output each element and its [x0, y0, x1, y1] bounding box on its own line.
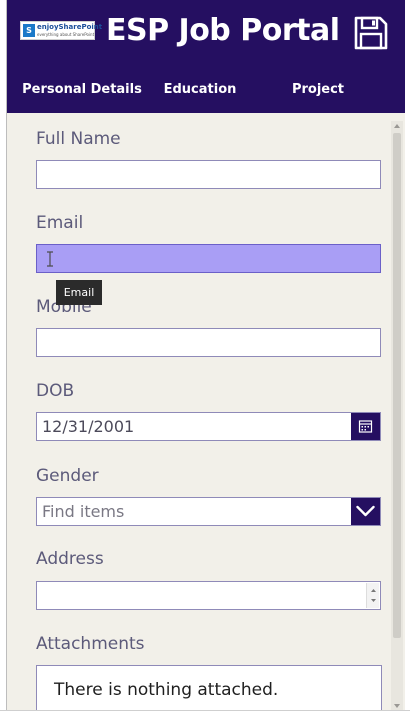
dob-label: DOB: [36, 381, 75, 401]
dob-value: 12/31/2001: [42, 417, 135, 436]
address-textarea[interactable]: [36, 581, 381, 610]
mobile-input[interactable]: [36, 328, 381, 357]
address-label: Address: [36, 549, 104, 569]
chevron-down-icon: [356, 505, 375, 517]
gender-placeholder: Find items: [42, 502, 125, 521]
full-name-label: Full Name: [36, 129, 121, 149]
tab-personal-details[interactable]: Personal Details: [21, 66, 143, 113]
full-name-input[interactable]: [36, 160, 381, 189]
calendar-icon: [358, 420, 373, 433]
dob-date-picker[interactable]: 12/31/2001: [36, 412, 381, 441]
tab-bar: Personal Details Education Project: [7, 66, 405, 113]
email-tooltip: Email: [56, 280, 102, 305]
logo: S enjoySharePoint everything about Share…: [20, 21, 102, 40]
spin-arrows-icon: [371, 589, 376, 602]
attachments-label: Attachments: [36, 634, 145, 654]
attachments-control[interactable]: There is nothing attached.: [36, 665, 382, 716]
calendar-button[interactable]: [351, 413, 380, 440]
text-cursor-icon: [47, 251, 53, 267]
logo-brand: enjoySharePoint: [37, 23, 103, 31]
gender-label: Gender: [36, 466, 99, 486]
window-bottom-edge: [0, 710, 410, 716]
email-input[interactable]: [36, 244, 381, 273]
personal-details-form: Full Name Email Mobile Email DOB 12/31/2…: [7, 113, 405, 716]
page-title: ESP Job Portal: [106, 13, 340, 48]
floppy-disk-icon: [354, 16, 388, 50]
attachments-empty-text: There is nothing attached.: [54, 680, 279, 700]
gender-dropdown-button[interactable]: [351, 498, 380, 525]
header-bar: S enjoySharePoint everything about Share…: [7, 0, 405, 66]
tab-project[interactable]: Project: [277, 66, 359, 113]
email-label: Email: [36, 213, 84, 233]
tab-education[interactable]: Education: [157, 66, 243, 113]
address-scroll-arrows[interactable]: [366, 583, 379, 608]
logo-mark-icon: S: [23, 24, 35, 37]
app-window: S enjoySharePoint everything about Share…: [6, 0, 405, 716]
scrollbar-thumb[interactable]: [393, 133, 401, 638]
logo-tagline: everything about SharePoint: [37, 32, 95, 37]
scrollbar[interactable]: [391, 121, 403, 711]
gender-combobox[interactable]: Find items: [36, 497, 381, 526]
scroll-up-icon[interactable]: [391, 121, 403, 131]
save-button[interactable]: [353, 15, 389, 51]
